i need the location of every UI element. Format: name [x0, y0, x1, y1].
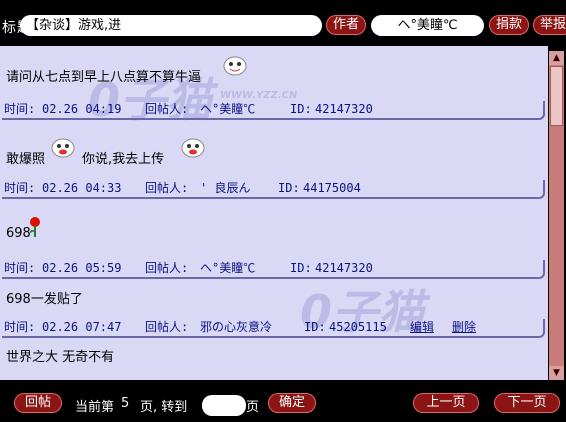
scroll-up-icon[interactable]: ▲ — [549, 51, 564, 65]
current-page-number: 5 — [121, 396, 130, 411]
post-text: 698一发贴了 — [6, 292, 83, 307]
post-meta-row: 时间: 02.26 07:47 回帖人: 邪の心灰意冷 ID: 45205115… — [2, 319, 545, 338]
bottom-bar: 回帖 当前第 5 页, 转到 页 确定 上一页 下一页 — [0, 388, 566, 422]
time-label: 时间: — [4, 320, 36, 334]
poster-name: ヘ°美瞳℃ — [200, 261, 256, 275]
poster-label: 回帖人: — [145, 261, 189, 275]
post-time: 02.26 05:59 — [42, 261, 122, 275]
poster-label: 回帖人: — [145, 102, 189, 116]
rose-icon — [30, 217, 40, 237]
prev-page-button[interactable]: 上一页 — [413, 393, 479, 413]
poster-name: ヘ°美瞳℃ — [200, 102, 256, 116]
watermark-url: WWW.YZZ.CN — [220, 90, 298, 101]
next-page-button[interactable]: 下一页 — [494, 393, 560, 413]
goto-label: 页, 转到 — [140, 400, 188, 415]
post-id: 42147320 — [315, 261, 373, 275]
time-label: 时间: — [4, 102, 36, 116]
confirm-button[interactable]: 确定 — [268, 393, 316, 413]
page-suffix: 页 — [246, 400, 260, 415]
post-id: 42147320 — [315, 102, 373, 116]
id-label: ID: — [304, 320, 326, 334]
id-label: ID: — [278, 181, 300, 195]
post-text: 你说,我去上传 — [82, 152, 165, 167]
emoticon-icon — [223, 56, 247, 76]
poster-label: 回帖人: — [145, 181, 189, 195]
poster-label: 回帖人: — [145, 320, 189, 334]
top-bar: 标题 【杂谈】游戏,进 作者 ヘ°美瞳℃ 捐款 举报 — [0, 0, 566, 40]
delete-link[interactable]: 删除 — [452, 320, 476, 334]
time-label: 时间: — [4, 261, 36, 275]
thread-title-field: 【杂谈】游戏,进 — [20, 15, 322, 36]
post-text: 世界之大 无奇不有 — [6, 350, 115, 365]
post-time: 02.26 04:33 — [42, 181, 122, 195]
report-button[interactable]: 举报 — [533, 15, 566, 35]
time-label: 时间: — [4, 181, 36, 195]
post-text: 敢爆照 — [6, 152, 46, 167]
scroll-thumb[interactable] — [550, 66, 563, 126]
emoticon-icon — [51, 138, 75, 158]
scroll-down-icon[interactable]: ▼ — [549, 366, 564, 380]
edit-link[interactable]: 编辑 — [410, 320, 434, 334]
posts-panel: 0子猫 0子猫 WWW.YZZ.CN 请问从七点到早上八点算不算牛逼 时间: 0… — [0, 46, 548, 380]
scrollbar[interactable]: ▲ ▼ — [549, 51, 564, 380]
donate-button[interactable]: 捐款 — [489, 15, 529, 35]
post-time: 02.26 04:19 — [42, 102, 122, 116]
post-meta-row: 时间: 02.26 05:59 回帖人: ヘ°美瞳℃ ID: 42147320 — [2, 260, 545, 279]
author-button[interactable]: 作者 — [326, 15, 366, 35]
current-page-label: 当前第 — [75, 400, 115, 415]
post-id: 45205115 — [329, 320, 387, 334]
page-number-input[interactable] — [202, 395, 246, 416]
poster-name: 邪の心灰意冷 — [200, 320, 273, 334]
post-text: 请问从七点到早上八点算不算牛逼 — [6, 70, 202, 85]
id-label: ID: — [290, 102, 312, 116]
poster-name: ' 良辰ん — [200, 181, 251, 195]
post-meta-row: 时间: 02.26 04:33 回帖人: ' 良辰ん ID: 44175004 — [2, 180, 545, 199]
author-name-field: ヘ°美瞳℃ — [371, 15, 484, 36]
reply-button[interactable]: 回帖 — [14, 393, 62, 413]
id-label: ID: — [290, 261, 312, 275]
post-id: 44175004 — [303, 181, 361, 195]
post-meta-row: 时间: 02.26 04:19 回帖人: ヘ°美瞳℃ ID: 42147320 — [2, 101, 545, 120]
post-time: 02.26 07:47 — [42, 320, 122, 334]
emoticon-icon — [181, 138, 205, 158]
